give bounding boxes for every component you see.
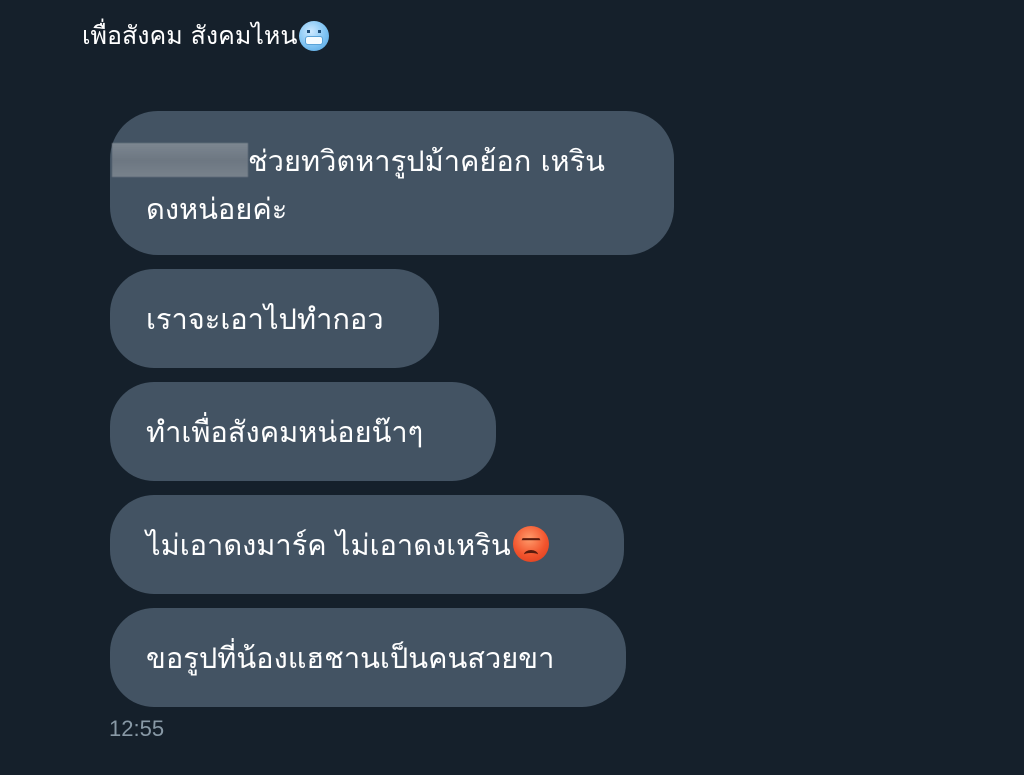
message-bubble-2: เราจะเอาไปทำกอว	[110, 269, 439, 368]
post-caption: เพื่อสังคม สังคมไหน	[82, 16, 330, 56]
message-4-text: ไม่เอาดงมาร์ค ไม่เอาดงเหริน	[146, 527, 511, 562]
message-1-line-2: ดงหน่อยค่ะ	[146, 192, 288, 226]
message-bubble-3: ทำเพื่อสังคมหน่อยน๊าๆ	[110, 382, 496, 481]
chat-screenshot: ช่วยทวิตหารูปม้าคย้อก เหริน ดงหน่อยค่ะ เ…	[0, 94, 1024, 775]
cold-face-icon	[299, 21, 330, 51]
message-text-4: ไม่เอาดงมาร์ค ไม่เอาดงเหริน	[146, 521, 549, 569]
message-text-2: เราจะเอาไปทำกอว	[146, 301, 384, 336]
message-bubble-4: ไม่เอาดงมาร์ค ไม่เอาดงเหริน	[110, 495, 624, 594]
angry-face-icon	[512, 525, 549, 562]
message-text-3: ทำเพื่อสังคมหน่อยน๊าๆ	[146, 414, 424, 449]
message-bubble-5: ขอรูปที่น้องแฮชานเป็นคนสวยขา	[110, 608, 626, 707]
message-bubble-1: ช่วยทวิตหารูปม้าคย้อก เหริน ดงหน่อยค่ะ	[110, 111, 674, 255]
message-text-5: ขอรูปที่น้องแฮชานเป็นคนสวยขา	[146, 640, 555, 675]
redacted-name	[112, 143, 248, 177]
message-text-1: ช่วยทวิตหารูปม้าคย้อก เหริน ดงหน่อยค่ะ	[112, 113, 638, 233]
screenshot-page: เพื่อสังคม สังคมไหน ช่วยทวิตหารูปม้าคย้อ…	[0, 0, 1024, 775]
message-timestamp: 12:55	[109, 716, 165, 741]
message-1-line-1: ช่วยทวิตหารูปม้าคย้อก เหริน	[248, 144, 605, 178]
caption-text: เพื่อสังคม สังคมไหน	[82, 21, 298, 50]
